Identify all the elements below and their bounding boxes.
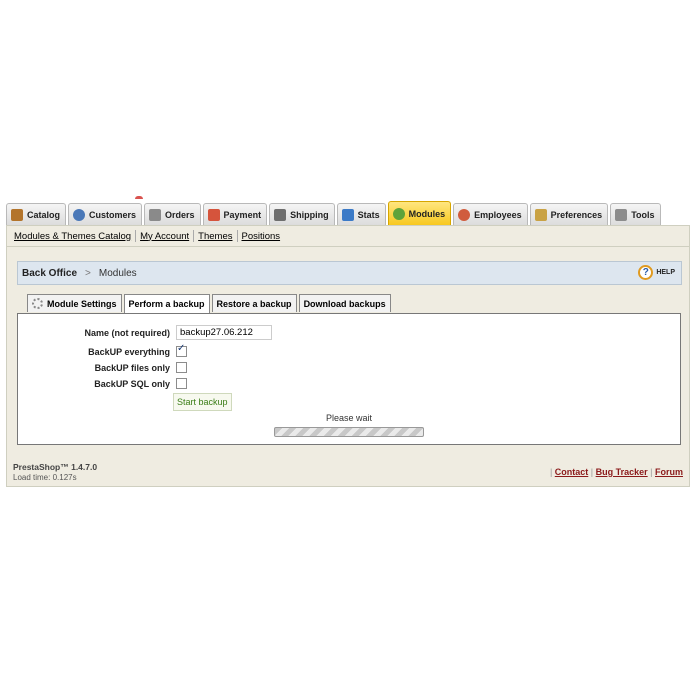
tab-catalog-label: Catalog	[27, 209, 61, 220]
tab-perform-backup[interactable]: Perform a backup	[123, 294, 210, 313]
backup-files-checkbox[interactable]	[176, 362, 187, 373]
start-backup-button[interactable]: Start backup	[173, 393, 232, 411]
orders-icon	[149, 208, 162, 221]
tab-payment[interactable]: Payment	[202, 203, 268, 225]
tab-customers-label: Customers	[89, 209, 137, 220]
tab-orders-label: Orders	[165, 209, 195, 220]
tab-employees-label: Employees	[474, 209, 522, 220]
tab-catalog[interactable]: Catalog	[6, 203, 67, 225]
help-label: HELP	[656, 269, 675, 276]
tab-customers[interactable]: Customers	[68, 203, 143, 225]
tab-shipping[interactable]: Shipping	[269, 203, 335, 225]
tab-restore-backup-label: Restore a backup	[216, 298, 292, 309]
form-tabs: Module Settings Perform a backup Restore…	[27, 294, 391, 313]
backup-name-input[interactable]	[176, 325, 272, 340]
subnav-themes[interactable]: Themes	[194, 231, 236, 242]
notification-marker	[135, 196, 143, 199]
gear-icon	[32, 298, 43, 309]
tab-stats[interactable]: Stats	[336, 203, 386, 225]
backup-sql-label: BackUP SQL only	[94, 378, 170, 389]
main-tab-bar: Catalog Customers Orders Payment Shippin…	[6, 201, 661, 225]
employees-icon	[458, 208, 471, 221]
please-wait-text: Please wait	[326, 413, 373, 423]
breadcrumb: Back Office > Modules ? HELP	[17, 261, 682, 285]
name-label: Name (not required)	[84, 327, 170, 338]
tab-preferences-label: Preferences	[550, 209, 603, 220]
footer: PrestaShop™ 1.4.7.0 Load time: 0.127s | …	[6, 458, 690, 486]
sub-navigation: Modules & Themes Catalog My Account Them…	[6, 225, 690, 247]
subnav-my-account[interactable]: My Account	[136, 231, 193, 242]
stats-icon	[341, 208, 354, 221]
catalog-icon	[11, 208, 23, 221]
help-icon: ?	[638, 265, 654, 280]
tab-modules[interactable]: Modules	[387, 201, 452, 225]
subnav-positions[interactable]: Positions	[238, 231, 285, 242]
tools-icon	[615, 208, 628, 221]
load-time-text: Load time: 0.127s	[13, 473, 77, 482]
help-button[interactable]: ? HELP	[638, 265, 675, 280]
subnav-modules-themes-catalog[interactable]: Modules & Themes Catalog	[10, 231, 135, 242]
tab-tools-label: Tools	[631, 209, 655, 220]
modules-icon	[392, 207, 405, 220]
footer-forum-link[interactable]: Forum	[655, 467, 683, 477]
tab-stats-label: Stats	[357, 209, 380, 220]
backup-everything-checkbox[interactable]	[176, 343, 187, 357]
preferences-icon	[534, 208, 547, 221]
tab-perform-backup-label: Perform a backup	[128, 299, 205, 309]
footer-contact-link[interactable]: Contact	[555, 467, 589, 477]
progress-bar	[274, 427, 424, 437]
tab-preferences[interactable]: Preferences	[529, 203, 609, 225]
tab-modules-label: Modules	[408, 208, 446, 219]
tab-payment-label: Payment	[223, 209, 262, 220]
breadcrumb-current: Modules	[98, 267, 137, 279]
breadcrumb-separator-icon: >	[85, 267, 91, 279]
version-text: PrestaShop™ 1.4.7.0	[13, 462, 98, 472]
footer-bug-tracker-link[interactable]: Bug Tracker	[596, 467, 648, 477]
backup-sql-checkbox[interactable]	[176, 378, 187, 389]
payment-icon	[207, 208, 220, 221]
tab-module-settings-label: Module Settings	[47, 298, 117, 309]
tab-download-backups-label: Download backups	[303, 298, 386, 309]
tab-download-backups[interactable]: Download backups	[298, 294, 391, 312]
footer-links: | Contact | Bug Tracker | Forum	[549, 467, 683, 477]
backup-everything-label: BackUP everything	[88, 346, 170, 357]
tab-module-settings[interactable]: Module Settings	[27, 294, 122, 312]
backup-form-panel: Name (not required) BackUP everything Ba…	[17, 313, 681, 445]
shipping-icon	[274, 208, 287, 221]
customers-icon	[73, 208, 86, 221]
tab-employees[interactable]: Employees	[453, 203, 528, 225]
backup-files-label: BackUP files only	[94, 362, 170, 373]
tab-orders[interactable]: Orders	[144, 203, 201, 225]
main-content: Back Office > Modules ? HELP Module Sett…	[6, 247, 690, 487]
tab-restore-backup[interactable]: Restore a backup	[211, 294, 297, 312]
tab-shipping-label: Shipping	[290, 209, 329, 220]
breadcrumb-root[interactable]: Back Office	[22, 268, 77, 279]
tab-tools[interactable]: Tools	[610, 203, 661, 225]
